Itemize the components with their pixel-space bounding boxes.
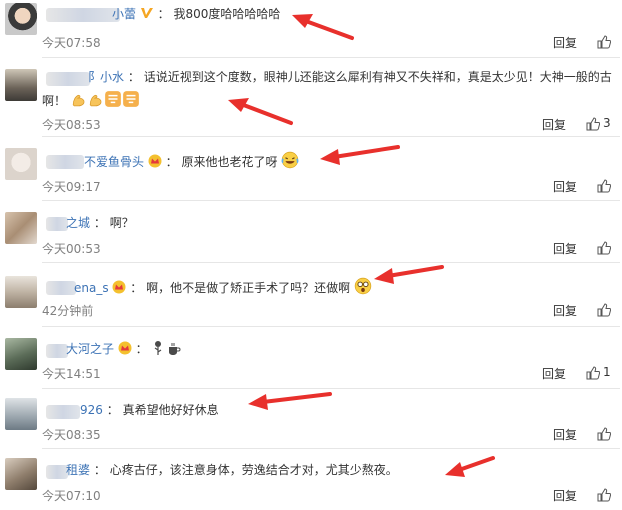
username-blurred bbox=[46, 465, 68, 479]
thumbs-up-icon[interactable] bbox=[597, 303, 611, 317]
avatar[interactable] bbox=[5, 69, 37, 101]
comment-separator: ： bbox=[130, 281, 143, 295]
zan-praise-emoji-icon bbox=[104, 91, 121, 107]
reply-button[interactable]: 回复 bbox=[553, 240, 577, 257]
comment-separator: ： bbox=[93, 463, 106, 477]
reply-button[interactable]: 回复 bbox=[553, 302, 577, 319]
comment-text: 我800度哈哈哈哈哈 bbox=[173, 7, 281, 21]
divider bbox=[42, 448, 620, 449]
reply-button[interactable]: 回复 bbox=[553, 426, 577, 443]
divider bbox=[42, 136, 620, 137]
comment-username[interactable]: 之城 bbox=[66, 216, 90, 230]
comment-username[interactable]: 926 bbox=[80, 403, 103, 417]
comment-list: 小蕾 ： 我800度哈哈哈哈哈 今天07:58 回复 阝小水 ： 话说近视到这个… bbox=[0, 0, 622, 510]
comment-username[interactable]: 不爱鱼骨头 bbox=[84, 155, 144, 169]
comment-time: 今天08:53 bbox=[42, 118, 101, 132]
username-blurred bbox=[46, 344, 68, 358]
comment-item: 小蕾 ： 我800度哈哈哈哈哈 今天07:58 回复 bbox=[0, 0, 622, 60]
comment-time: 今天09:17 bbox=[42, 180, 101, 194]
comment-text: 啊？ bbox=[109, 216, 134, 230]
username-blurred bbox=[46, 217, 68, 231]
username-blurred bbox=[46, 405, 80, 419]
username-blurred bbox=[46, 8, 120, 22]
avatar[interactable] bbox=[5, 276, 37, 308]
zan-praise-emoji-icon bbox=[122, 91, 139, 107]
like-count: 1 bbox=[603, 365, 611, 379]
thumbs-up-icon[interactable] bbox=[597, 427, 611, 441]
thumbs-up-icon[interactable] bbox=[586, 366, 600, 380]
reply-button[interactable]: 回复 bbox=[553, 178, 577, 195]
comment-separator: ： bbox=[135, 342, 148, 356]
reply-button[interactable]: 回复 bbox=[542, 365, 566, 382]
avatar[interactable] bbox=[5, 148, 37, 180]
reply-button[interactable]: 回复 bbox=[553, 487, 577, 504]
thumbs-up-icon[interactable] bbox=[597, 179, 611, 193]
comment-item: 阝小水 ： 话说近视到这个度数，眼神儿还能这么犀利有神又不失祥和，真是太少见！大… bbox=[0, 60, 622, 138]
comment-item: 租婆 ： 心疼古仔，该注意身体，劳逸结合才对，尤其少熬夜。 今天07:10 回复 bbox=[0, 450, 622, 510]
comment-item: 926 ： 真希望他好好休息 今天08:35 回复 bbox=[0, 390, 622, 450]
comment-text: 话说近视到这个度数，眼神儿还能这么犀利有神又不失祥和，真是太少见！大神一般的古 bbox=[143, 70, 612, 84]
comment-item: ena_s ： 啊，他不是做了矫正手术了吗？还做啊 42分钟前 回复 bbox=[0, 262, 622, 328]
username-blurred bbox=[46, 155, 84, 169]
crown-badge-icon bbox=[112, 280, 126, 294]
divider bbox=[42, 326, 620, 327]
avatar[interactable] bbox=[5, 338, 37, 370]
like-count: 3 bbox=[603, 116, 611, 130]
thumbs-up-icon[interactable] bbox=[597, 241, 611, 255]
comment-item: 不爱鱼骨头 ： 原来他也老花了呀 今天09:17 回复 bbox=[0, 138, 622, 201]
v-verified-icon bbox=[140, 8, 153, 18]
comment-username[interactable]: 大河之子 bbox=[66, 342, 114, 356]
thumbs-up-icon[interactable] bbox=[597, 488, 611, 502]
comment-text-continued: 啊！ bbox=[42, 94, 67, 108]
comment-text: 啊，他不是做了矫正手术了吗？还做啊 bbox=[146, 281, 351, 295]
comment-username[interactable]: 租婆 bbox=[66, 463, 90, 477]
comment-time: 今天07:10 bbox=[42, 489, 101, 503]
crown-badge-icon bbox=[118, 341, 132, 355]
reply-button[interactable]: 回复 bbox=[542, 116, 566, 133]
coffee-cup-emoji-icon bbox=[169, 343, 181, 355]
flexed-biceps-emoji-icon bbox=[72, 94, 85, 107]
crown-badge-icon bbox=[148, 154, 162, 168]
shocked-face-emoji-icon bbox=[354, 277, 372, 295]
username-blurred bbox=[46, 72, 90, 86]
comment-separator: ： bbox=[157, 7, 170, 21]
comment-time: 今天07:58 bbox=[42, 36, 101, 50]
comment-time: 今天00:53 bbox=[42, 242, 101, 256]
comment-item: 之城 ： 啊？ 今天00:53 回复 bbox=[0, 200, 622, 263]
comment-separator: ： bbox=[93, 216, 106, 230]
avatar[interactable] bbox=[5, 3, 37, 35]
avatar[interactable] bbox=[5, 398, 37, 430]
avatar[interactable] bbox=[5, 212, 37, 244]
comment-item: 大河之子 ： 今天14:51 回复 1 bbox=[0, 328, 622, 389]
comment-time: 今天14:51 bbox=[42, 367, 101, 381]
comment-separator: ： bbox=[127, 70, 140, 84]
comment-time: 42分钟前 bbox=[42, 304, 94, 318]
comment-text: 真希望他好好休息 bbox=[122, 403, 219, 417]
reply-button[interactable]: 回复 bbox=[553, 34, 577, 51]
username-blurred bbox=[46, 281, 76, 295]
rose-emoji-icon bbox=[154, 341, 161, 355]
divider bbox=[42, 57, 620, 58]
comment-time: 今天08:35 bbox=[42, 428, 101, 442]
comment-separator: ： bbox=[106, 403, 119, 417]
comment-username[interactable]: 小蕾 bbox=[112, 7, 136, 21]
divider bbox=[42, 388, 620, 389]
comment-text: 原来他也老花了呀 bbox=[181, 155, 278, 169]
comment-separator: ： bbox=[165, 155, 178, 169]
thumbs-up-icon[interactable] bbox=[586, 117, 600, 131]
flexed-biceps-emoji-icon bbox=[89, 94, 102, 107]
comment-username[interactable]: 阝小水 bbox=[88, 70, 124, 84]
comment-username[interactable]: ena_s bbox=[74, 281, 109, 295]
comment-text: 心疼古仔，该注意身体，劳逸结合才对，尤其少熬夜。 bbox=[109, 463, 398, 477]
laughing-tears-emoji-icon bbox=[281, 151, 299, 169]
thumbs-up-icon[interactable] bbox=[597, 35, 611, 49]
avatar[interactable] bbox=[5, 458, 37, 490]
